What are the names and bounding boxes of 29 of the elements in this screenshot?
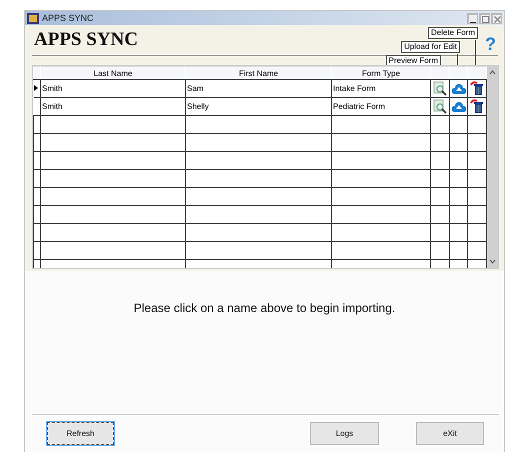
table-cell: Pediatric Form <box>333 102 386 111</box>
scroll-down-icon[interactable] <box>489 259 496 264</box>
cloud-upload-icon[interactable] <box>452 84 466 94</box>
vertical-scrollbar[interactable] <box>487 66 498 268</box>
minimize-button[interactable] <box>467 12 478 24</box>
table-cell: Smith <box>42 84 62 93</box>
preview-icon[interactable] <box>433 99 447 114</box>
scroll-up-icon[interactable] <box>489 70 496 75</box>
exit-button[interactable]: eXit <box>416 422 484 445</box>
close-button[interactable] <box>491 12 502 24</box>
table-cell: Smith <box>42 102 62 111</box>
column-header[interactable]: First Name <box>238 68 278 78</box>
table-cell: Sam <box>187 84 204 93</box>
app-icon <box>27 12 39 24</box>
callout-label: Delete Form <box>428 27 478 39</box>
instruction-text: Please click on a name above to begin importing. <box>132 301 396 315</box>
trash-icon[interactable] <box>470 81 484 96</box>
trash-icon[interactable] <box>470 99 484 114</box>
window-title: APPS SYNC <box>42 13 94 23</box>
preview-icon[interactable] <box>433 81 447 96</box>
refresh-button[interactable]: Refresh <box>47 422 114 445</box>
app-title: APPS SYNC <box>34 29 138 51</box>
help-button[interactable]: ? <box>485 34 496 54</box>
cloud-upload-icon[interactable] <box>452 102 466 112</box>
table-cell: Shelly <box>187 102 209 111</box>
column-header[interactable]: Last Name <box>94 68 132 78</box>
table-cell: Intake Form <box>333 84 376 93</box>
callout-label: Upload for Edit <box>401 41 460 53</box>
logs-button[interactable]: Logs <box>310 422 379 445</box>
